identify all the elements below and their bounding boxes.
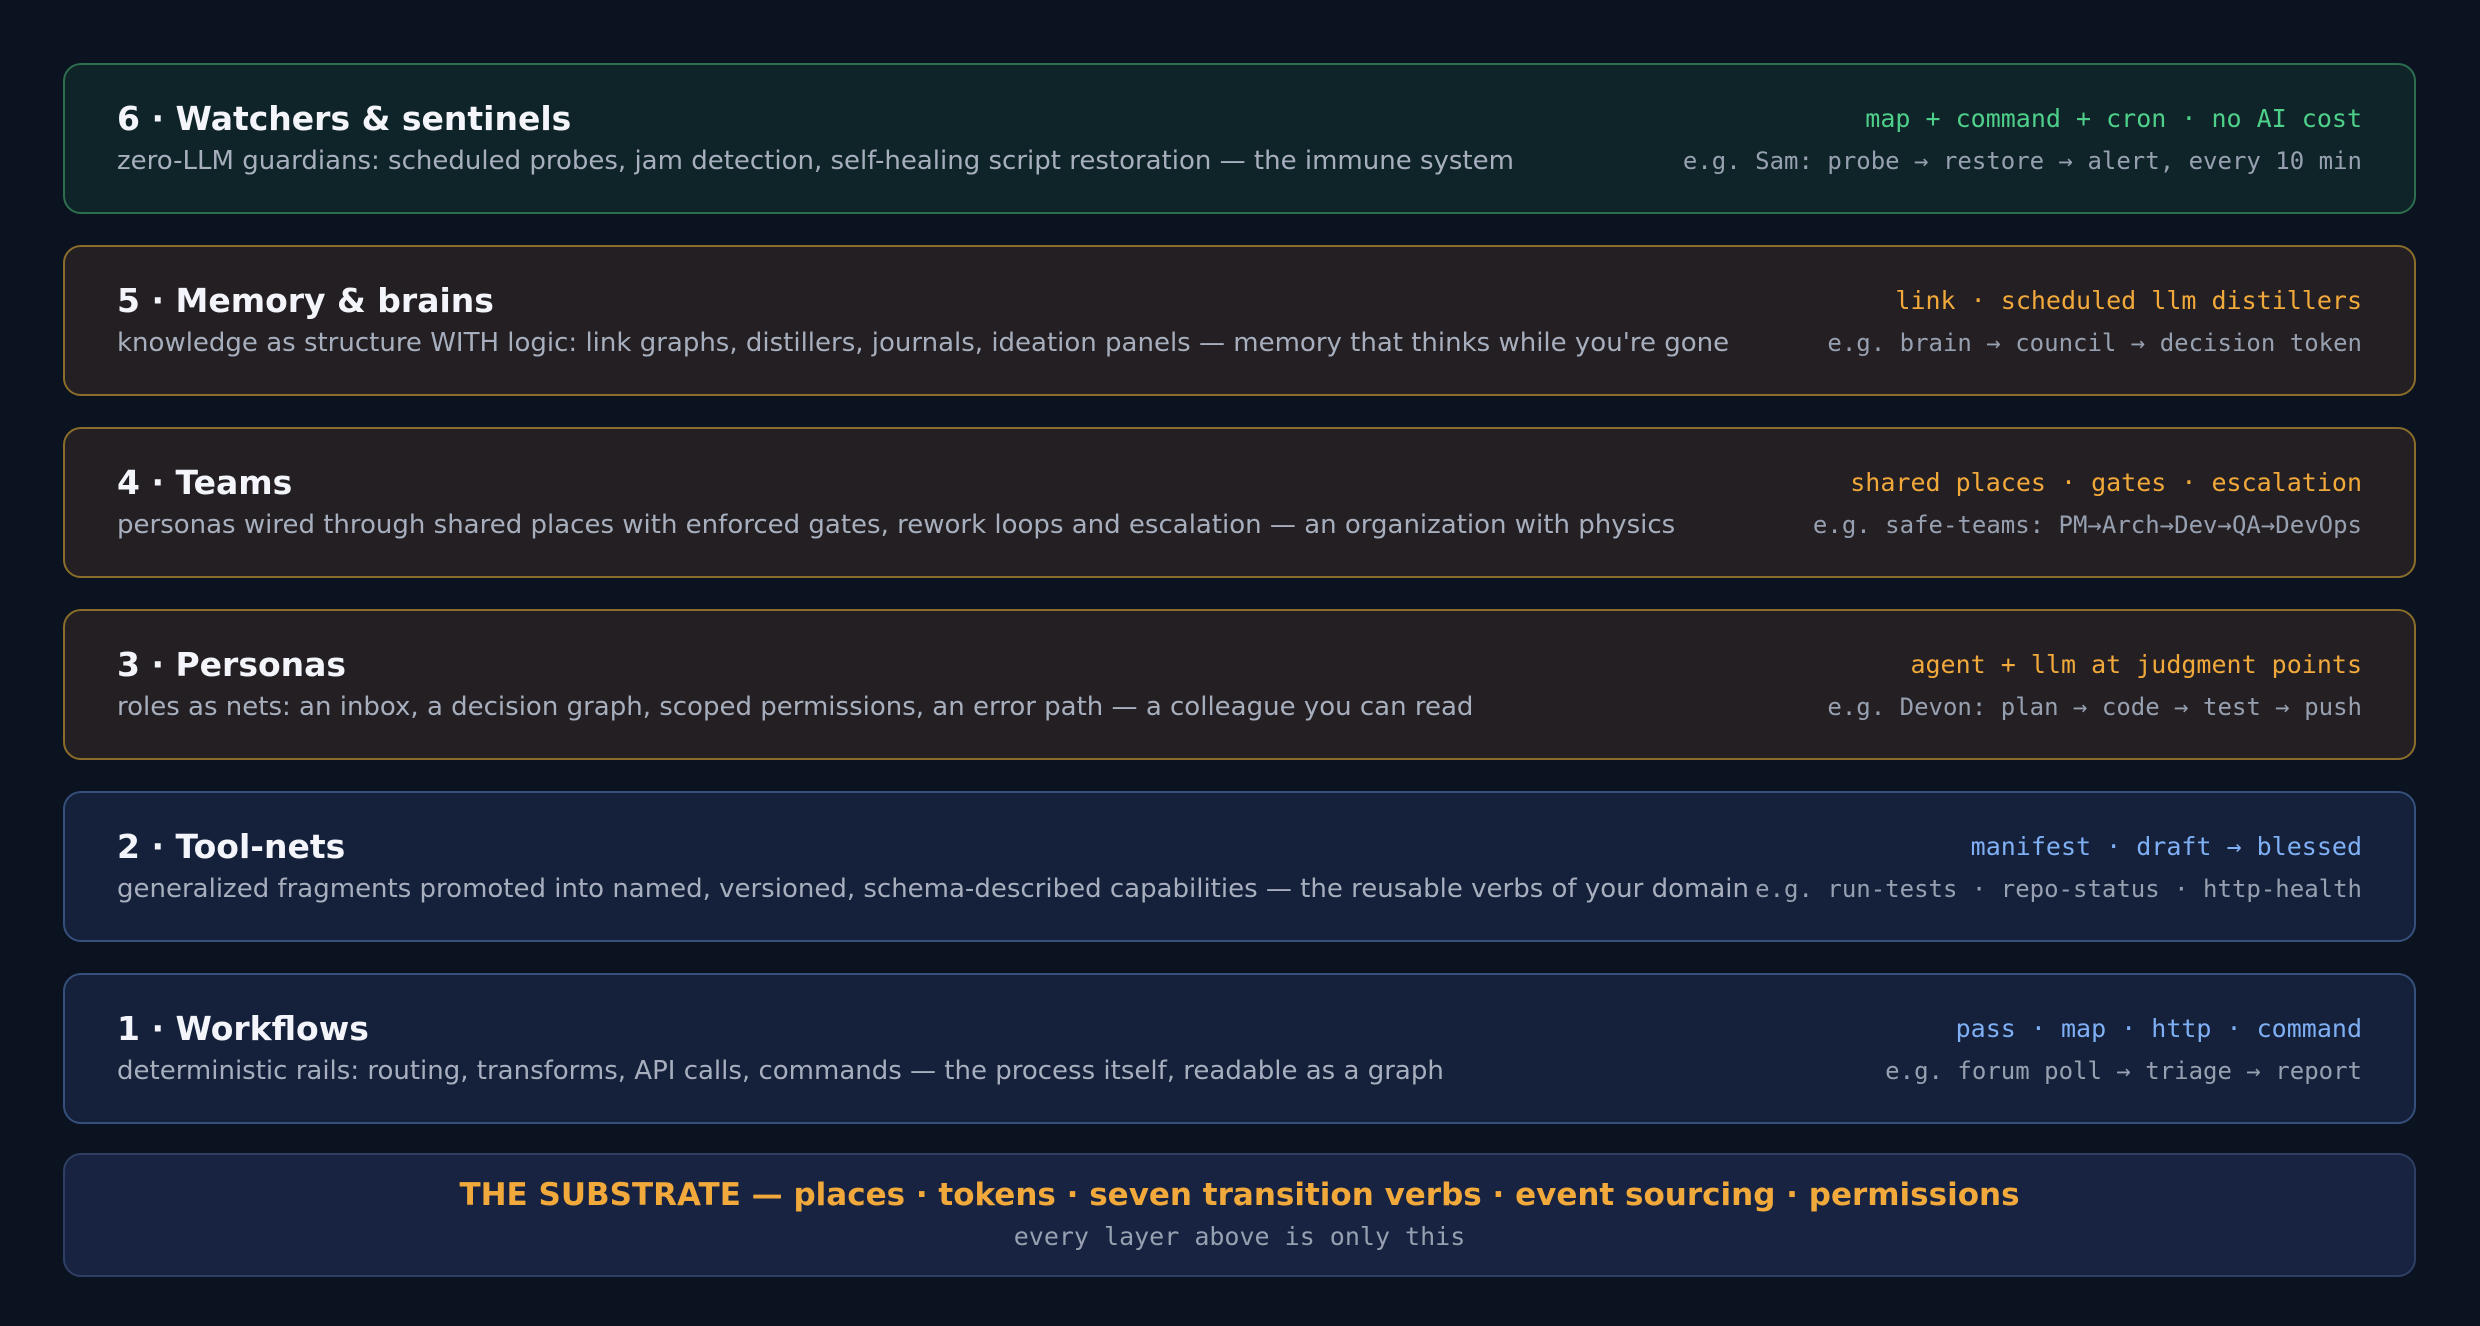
layer-description: zero-LLM guardians: scheduled probes, ja… (117, 145, 1514, 176)
layer-example: e.g. safe-teams: PM→Arch→Dev→QA→DevOps (1812, 510, 2362, 539)
layer-meta: link · scheduled llm distillers e.g. bra… (1827, 279, 2362, 363)
layer-description: roles as nets: an inbox, a decision grap… (117, 691, 1474, 722)
layer-description: personas wired through shared places wit… (117, 509, 1676, 540)
layer-title: 2 · Tool-nets (117, 826, 346, 866)
layer-description: deterministic rails: routing, transforms… (117, 1055, 1444, 1086)
layer-memory-brains: 5 · Memory & brains knowledge as structu… (63, 245, 2416, 396)
layer-tool-nets: 2 · Tool-nets generalized fragments prom… (63, 791, 2416, 942)
layer-meta: map + command + cron · no AI cost e.g. S… (1683, 97, 2362, 181)
layer-workflows: 1 · Workflows deterministic rails: routi… (63, 973, 2416, 1124)
layer-watchers-sentinels: 6 · Watchers & sentinels zero-LLM guardi… (63, 63, 2416, 214)
layer-text: 1 · Workflows deterministic rails: routi… (117, 1007, 1444, 1091)
layer-title: 6 · Watchers & sentinels (117, 98, 572, 138)
layer-title: 4 · Teams (117, 462, 293, 502)
substrate-note: every layer above is only this (1013, 1222, 1466, 1251)
layer-description: generalized fragments promoted into name… (117, 873, 1749, 904)
layer-meta: manifest · draft → blessed e.g. run-test… (1755, 825, 2362, 909)
layer-title: 5 · Memory & brains (117, 280, 494, 320)
layer-tag: pass · map · http · command (1955, 1013, 2362, 1043)
layer-tag: agent + llm at judgment points (1910, 649, 2362, 679)
layer-meta: shared places · gates · escalation e.g. … (1813, 461, 2362, 545)
layer-description: knowledge as structure WITH logic: link … (117, 327, 1730, 358)
substrate-title: THE SUBSTRATE — places · tokens · seven … (459, 1177, 2020, 1213)
layer-personas: 3 · Personas roles as nets: an inbox, a … (63, 609, 2416, 760)
layer-title: 1 · Workflows (117, 1008, 369, 1048)
layer-text: 2 · Tool-nets generalized fragments prom… (117, 825, 1749, 909)
layer-tag: shared places · gates · escalation (1850, 467, 2362, 497)
layer-text: 3 · Personas roles as nets: an inbox, a … (117, 643, 1473, 727)
layer-meta: agent + llm at judgment points e.g. Devo… (1827, 643, 2362, 727)
layer-example: e.g. run-tests · repo-status · http-heal… (1755, 874, 2362, 903)
layer-tag: map + command + cron · no AI cost (1865, 103, 2362, 133)
layer-stack: 6 · Watchers & sentinels zero-LLM guardi… (63, 63, 2416, 1155)
substrate-box: THE SUBSTRATE — places · tokens · seven … (63, 1153, 2416, 1277)
layer-example: e.g. forum poll → triage → report (1885, 1056, 2362, 1085)
layer-teams: 4 · Teams personas wired through shared … (63, 427, 2416, 578)
layer-title: 3 · Personas (117, 644, 347, 684)
layer-example: e.g. Sam: probe → restore → alert, every… (1682, 146, 2362, 175)
layer-text: 4 · Teams personas wired through shared … (117, 461, 1675, 545)
layer-text: 6 · Watchers & sentinels zero-LLM guardi… (117, 97, 1514, 181)
layer-meta: pass · map · http · command e.g. forum p… (1885, 1007, 2362, 1091)
layer-text: 5 · Memory & brains knowledge as structu… (117, 279, 1729, 363)
layer-example: e.g. Devon: plan → code → test → push (1827, 692, 2362, 721)
layer-tag: link · scheduled llm distillers (1895, 285, 2362, 315)
layer-example: e.g. brain → council → decision token (1827, 328, 2362, 357)
layer-tag: manifest · draft → blessed (1970, 831, 2362, 861)
